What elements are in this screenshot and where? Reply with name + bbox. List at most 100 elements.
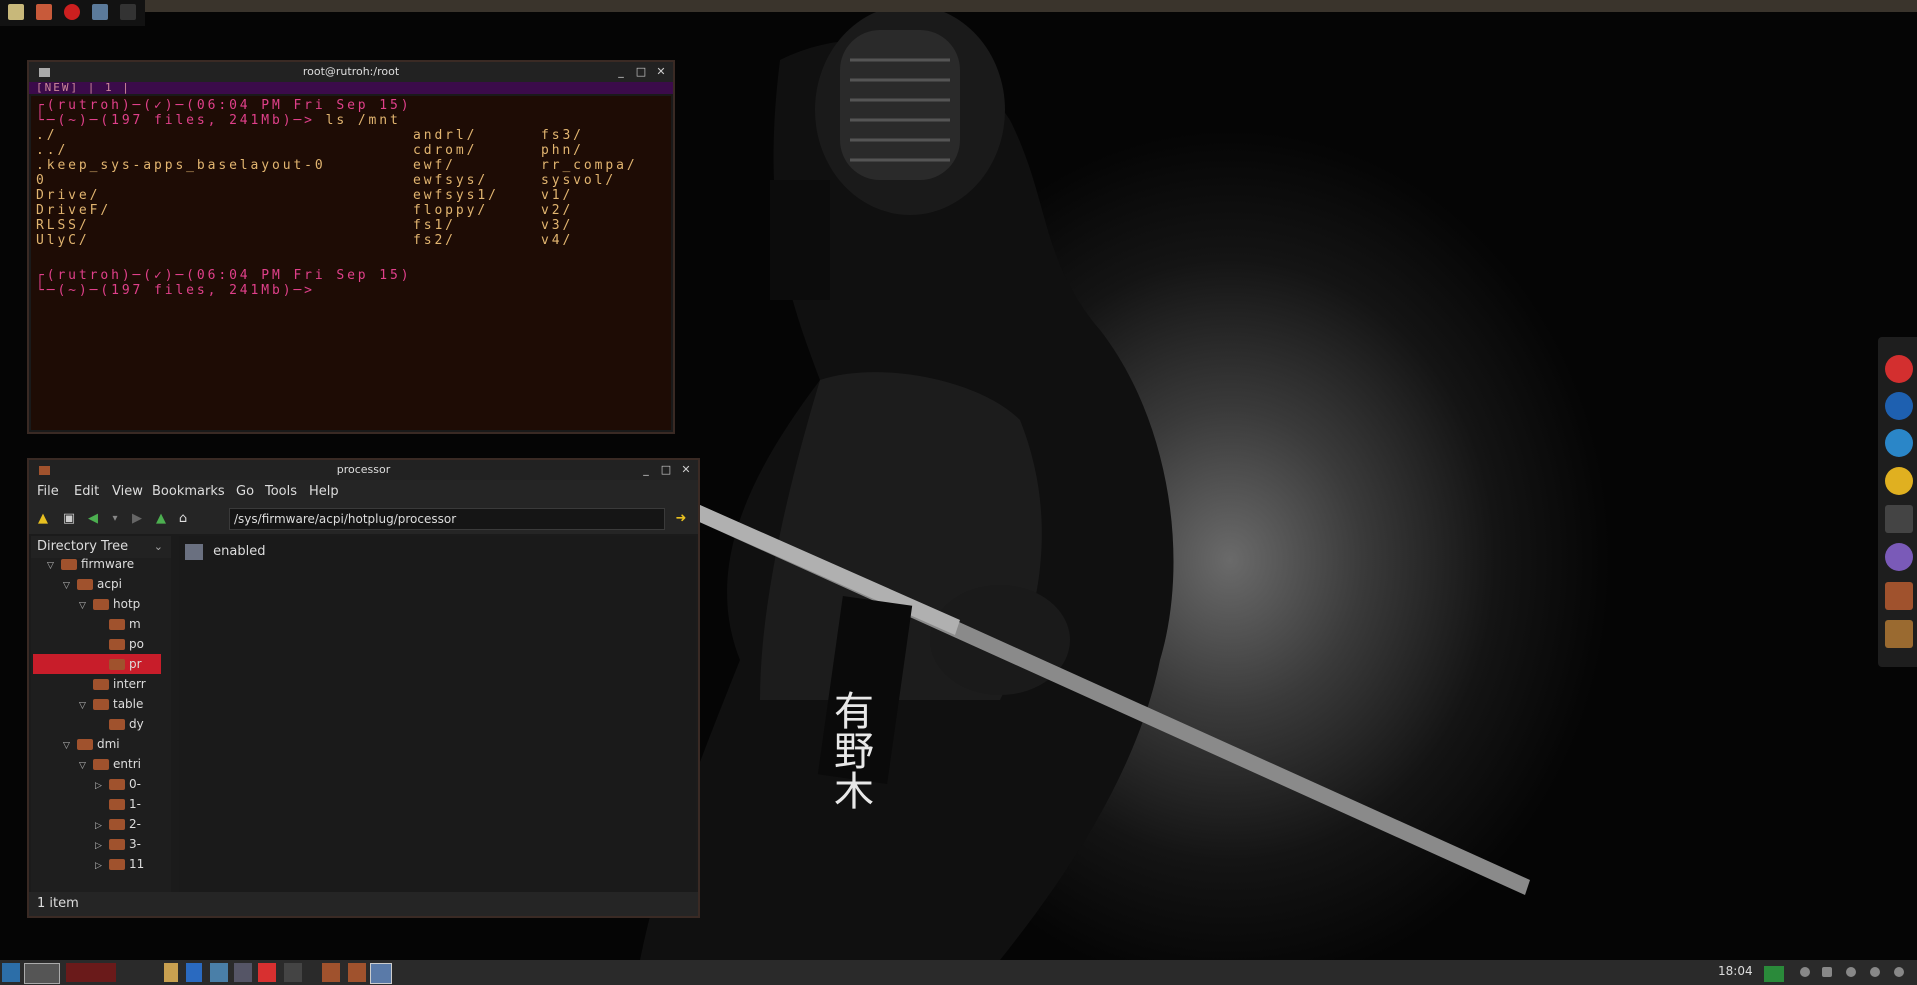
menu-file[interactable]: File (37, 484, 59, 499)
tree-item[interactable]: interr (79, 674, 146, 694)
tree-item[interactable]: ▷ 11 (95, 854, 144, 874)
expand-down-icon[interactable]: ▽ (79, 596, 93, 616)
file-icon (185, 543, 203, 560)
app-launcher-icon[interactable] (36, 4, 52, 20)
maximize-button[interactable]: □ (633, 63, 649, 81)
desktop-icon[interactable] (210, 963, 228, 982)
expand-down-icon[interactable]: ▽ (47, 556, 61, 576)
terminal-icon[interactable] (120, 4, 136, 20)
minimize-button[interactable]: _ (613, 63, 629, 81)
terminal-titlebar[interactable]: root@rutroh:/root _ □ ✕ (29, 62, 673, 82)
expand-right-icon[interactable]: ▷ (95, 856, 109, 876)
menu-bookmarks[interactable]: Bookmarks (152, 484, 225, 499)
menu-go[interactable]: Go (236, 484, 254, 499)
listing-entry: v3/ (541, 218, 574, 233)
home-icon[interactable]: ⌂ (175, 511, 191, 527)
tree-item[interactable]: pr (95, 654, 142, 674)
tray-icon[interactable] (1870, 967, 1880, 977)
side-pane[interactable]: Directory Tree ⌄ ▽ firmware ▽ acpi ▽ hotp m po p… (31, 536, 171, 894)
terminal-tab-label[interactable]: [NEW] | 1 | (36, 81, 131, 94)
terminal-window[interactable]: root@rutroh:/root _ □ ✕ [NEW] | 1 | ┌(ru… (27, 60, 675, 434)
listing-entry: fs1/ (413, 218, 456, 233)
file-list[interactable]: enabled (179, 536, 696, 894)
tree-item[interactable]: ▷ 2- (95, 814, 141, 834)
go-icon[interactable]: ➜ (673, 511, 689, 527)
terminal-icon[interactable] (234, 963, 252, 982)
opera-icon[interactable] (64, 4, 80, 20)
forward-arrow-icon[interactable]: ▶ (129, 511, 145, 527)
tree-item[interactable]: ▷ 3- (95, 834, 141, 854)
folder-icon[interactable] (348, 963, 366, 982)
tray-icon[interactable] (1822, 967, 1832, 977)
expand-right-icon[interactable]: ▷ (95, 836, 109, 856)
folder-icon (39, 466, 50, 475)
expand-down-icon[interactable]: ▽ (63, 576, 77, 596)
menu-edit[interactable]: Edit (74, 484, 99, 499)
menu-help[interactable]: Help (309, 484, 339, 499)
new-tab-icon[interactable]: ▣ (61, 511, 77, 527)
folder-icon[interactable] (322, 963, 340, 982)
listing-entry: UlyC/ (36, 233, 90, 248)
maximize-button[interactable]: □ (658, 461, 674, 479)
media-player-icon[interactable] (1885, 429, 1913, 457)
cd-icon[interactable] (1885, 467, 1913, 495)
file-manager-icon[interactable] (164, 963, 178, 982)
close-button[interactable]: ✕ (653, 63, 669, 81)
warning-icon[interactable]: ▲ (35, 511, 51, 527)
menu-icon[interactable] (2, 963, 20, 982)
close-button[interactable]: ✕ (678, 461, 694, 479)
tree-item[interactable]: ▽ dmi (63, 734, 120, 754)
path-bar[interactable] (229, 508, 665, 530)
tree-item[interactable]: ▽ hotp (79, 594, 140, 614)
file-manager-icon[interactable] (8, 4, 24, 20)
minimize-button[interactable]: _ (638, 461, 654, 479)
firefox-icon[interactable] (1885, 392, 1913, 420)
back-arrow-icon[interactable]: ◀ (85, 511, 101, 527)
pidgin-icon[interactable] (1885, 543, 1913, 571)
cursor-tool-icon[interactable] (1885, 505, 1913, 533)
tree-item[interactable]: po (95, 634, 144, 654)
tree-item[interactable]: 1- (95, 794, 141, 814)
menu-view[interactable]: View (112, 484, 143, 499)
clock[interactable]: 18:04 (1718, 964, 1753, 978)
expand-right-icon[interactable]: ▷ (95, 776, 109, 796)
window-task-icon[interactable] (370, 963, 392, 984)
file-item[interactable]: enabled (185, 542, 265, 562)
history-chevron-icon[interactable]: ▾ (107, 511, 123, 527)
tree-item[interactable]: ▽ firmware (47, 554, 134, 574)
tray-icon[interactable] (1894, 967, 1904, 977)
listing-entry: Drive/ (36, 188, 101, 203)
expand-down-icon[interactable]: ▽ (79, 756, 93, 776)
file-manager-window[interactable]: processor _ □ ✕ File Edit View Bookmarks… (27, 458, 700, 918)
tray-icon[interactable] (1800, 967, 1810, 977)
tree-item[interactable]: ▷ 0- (95, 774, 141, 794)
file-manager-titlebar[interactable]: processor _ □ ✕ (29, 460, 698, 480)
cpu-monitor-icon[interactable] (1764, 966, 1784, 982)
folder-icon[interactable] (1885, 582, 1913, 610)
window-task-icon[interactable] (66, 963, 116, 982)
terminal-tab-bar[interactable]: [NEW] | 1 | (29, 82, 673, 94)
tree-item[interactable]: ▽ acpi (63, 574, 122, 594)
tray-icon[interactable] (1846, 967, 1856, 977)
menu-tools[interactable]: Tools (265, 484, 297, 499)
screenshot-icon[interactable] (258, 963, 276, 982)
tree-item[interactable]: dy (95, 714, 144, 734)
tree-item[interactable]: m (95, 614, 141, 634)
alarm-clock-icon[interactable] (1885, 355, 1913, 383)
expand-down-icon[interactable]: ▽ (79, 696, 93, 716)
storage-icon[interactable] (186, 963, 202, 982)
up-arrow-icon[interactable]: ▲ (153, 511, 169, 527)
expand-right-icon[interactable]: ▷ (95, 816, 109, 836)
trash-icon[interactable] (1885, 620, 1913, 648)
directory-tree[interactable]: ▽ firmware ▽ acpi ▽ hotp m po pr interr ▽ table dy ▽ d… (31, 554, 171, 894)
folder-icon (93, 759, 109, 770)
window-icon[interactable] (284, 963, 302, 982)
terminal-output[interactable]: ┌(rutroh)─(✓)─(06:04 PM Fri Sep 15) └─(~… (31, 96, 671, 430)
tree-item[interactable]: ▽ entri (79, 754, 141, 774)
screen-icon[interactable] (92, 4, 108, 20)
terminal-title: root@rutroh:/root (302, 65, 400, 78)
window-task-icon[interactable] (24, 963, 60, 984)
tree-item-label: dmi (97, 737, 120, 751)
expand-down-icon[interactable]: ▽ (63, 736, 77, 756)
tree-item[interactable]: ▽ table (79, 694, 143, 714)
